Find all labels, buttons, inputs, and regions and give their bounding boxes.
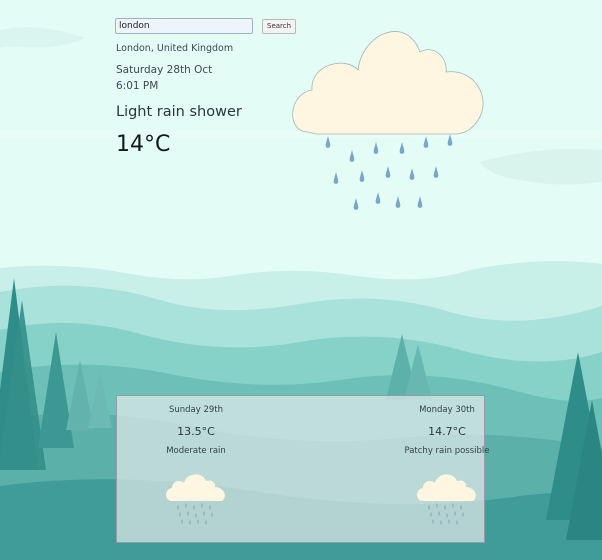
forecast-temperature: 13.5°C xyxy=(177,425,215,438)
current-time: 6:01 PM xyxy=(116,80,159,92)
search-input[interactable] xyxy=(115,18,253,34)
forecast-temperature: 14.7°C xyxy=(428,425,466,438)
current-temperature: 14°C xyxy=(116,132,171,157)
forecast-day-name: Monday 30th xyxy=(419,405,475,415)
current-date: Saturday 28th Oct xyxy=(116,64,213,76)
forecast-day-name: Sunday 29th xyxy=(168,405,224,415)
forecast-condition: Patchy rain possible xyxy=(404,446,490,456)
rain-cloud-icon xyxy=(417,474,476,525)
rain-cloud-icon xyxy=(166,474,225,525)
current-condition: Light rain shower xyxy=(116,104,242,120)
search-bar: Search xyxy=(115,18,297,34)
location-label: London, United Kingdom xyxy=(116,43,234,54)
forecast-panel: Sunday 29th 13.5°C Moderate rain Monday … xyxy=(116,395,490,543)
forecast-condition: Moderate rain xyxy=(166,446,226,456)
rain-cloud-icon xyxy=(292,31,484,210)
